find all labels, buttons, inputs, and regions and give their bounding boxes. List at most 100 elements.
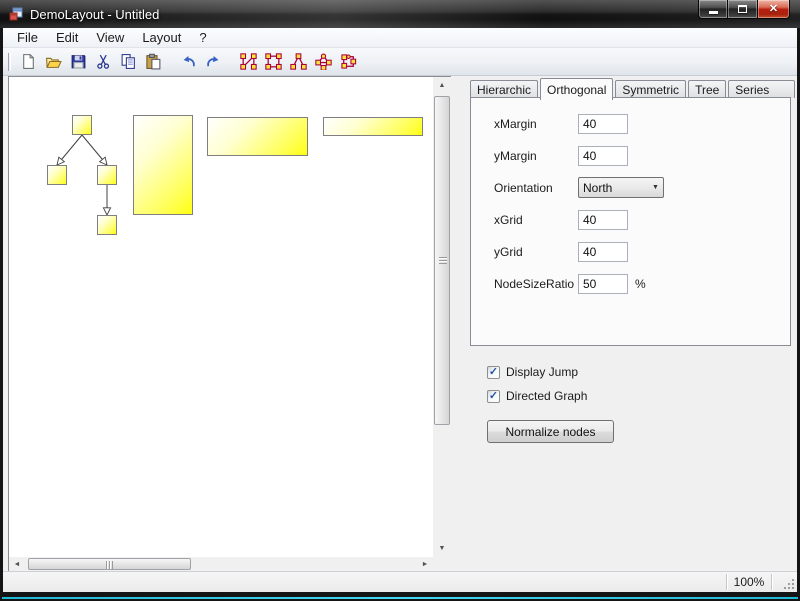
save-button[interactable] [66,50,91,73]
nodesizeratio-input[interactable] [578,274,628,294]
field-nodesizeratio: NodeSizeRatio % [494,273,646,294]
window-title: DemoLayout - Untitled [30,7,159,22]
xmargin-input[interactable] [578,114,628,134]
undo-button[interactable] [176,50,201,73]
redo-icon [205,53,222,70]
toolbar-separator [166,51,176,73]
field-ygrid: yGrid [494,241,628,262]
chevron-down-icon: ▼ [648,184,663,191]
graph-node-5[interactable] [207,117,308,156]
percent-label: % [635,277,646,291]
graph-node-3[interactable] [97,215,117,235]
ymargin-input[interactable] [578,146,628,166]
close-button[interactable]: ✕ [757,0,790,19]
canvas-draw-area[interactable] [9,77,433,557]
menu-item-view[interactable]: View [87,28,133,47]
resize-grip[interactable] [772,572,797,592]
client-area: ▲ ▼ ◄ ► HierarchicOrthogonalSymmetricTre… [3,76,797,571]
xgrid-input[interactable] [578,210,628,230]
toolbar-separator [226,51,236,73]
graph-node-6[interactable] [323,117,423,136]
statusbar: 100% [3,571,797,592]
ymargin-label: yMargin [494,149,578,163]
scroll-left-button[interactable]: ◄ [9,557,25,571]
ygrid-input[interactable] [578,242,628,262]
tabpage-orthogonal: xMargin yMargin Orientation North ▼ xGri… [470,97,791,346]
orientation-label: Orientation [494,181,578,195]
scroll-up-icon: ▲ [439,82,446,89]
window-bottom-frame [0,592,800,601]
copy-button[interactable] [116,50,141,73]
titlebar[interactable]: DemoLayout - Untitled ✕ [0,0,800,28]
checkbox-directed-graph[interactable]: ✓ Directed Graph [487,388,587,404]
statusbar-spacer [3,572,726,592]
tab-symmetric[interactable]: Symmetric [615,80,686,98]
toolbar-grip[interactable] [8,53,11,71]
redo-button[interactable] [201,50,226,73]
layout-hierarchic-button[interactable] [236,50,261,73]
menu-item-layout[interactable]: Layout [133,28,190,47]
graph-canvas[interactable]: ▲ ▼ ◄ ► [8,76,451,571]
open-folder-button[interactable] [41,50,66,73]
toolbar [3,48,797,76]
scroll-down-button[interactable]: ▼ [433,540,451,557]
undo-icon [180,53,197,70]
new-document-icon [20,53,37,70]
layout-hierarchic-icon [240,53,257,70]
checkbox-icon: ✓ [487,390,500,403]
checkbox-icon: ✓ [487,366,500,379]
graph-node-1[interactable] [47,165,67,185]
menu-item-file[interactable]: File [8,28,47,47]
cut-icon [95,53,112,70]
minimize-button[interactable] [698,0,728,19]
graph-node-0[interactable] [72,115,92,135]
scroll-right-button[interactable]: ► [417,557,433,571]
layout-orthogonal-button[interactable] [261,50,286,73]
cut-button[interactable] [91,50,116,73]
window-controls: ✕ [698,0,790,19]
open-folder-icon [45,53,62,70]
layout-tree-button[interactable] [286,50,311,73]
checkbox-label: Display Jump [506,365,578,379]
tabstrip: HierarchicOrthogonalSymmetricTreeSeries … [470,78,797,98]
scroll-right-icon: ► [422,561,429,568]
orientation-select[interactable]: North ▼ [578,177,664,198]
aero-accent-line [2,597,798,599]
normalize-nodes-button[interactable]: Normalize nodes [487,420,614,443]
scrollbar-corner [433,557,451,571]
thumb-grip-icon [106,561,113,569]
tab-orthogonal[interactable]: Orthogonal [540,78,613,100]
layout-orthogonal-icon [265,53,282,70]
layout-symmetric-icon [315,53,332,70]
layout-tree-icon [290,53,307,70]
tab-hierarchic[interactable]: Hierarchic [470,80,538,98]
scroll-left-icon: ◄ [14,561,21,568]
new-document-button[interactable] [16,50,41,73]
paste-button[interactable] [141,50,166,73]
tab-tree[interactable]: Tree [688,80,726,98]
field-xmargin: xMargin [494,113,628,134]
scroll-up-button[interactable]: ▲ [433,77,451,94]
layout-series-parallel-button[interactable] [336,50,361,73]
graph-node-2[interactable] [97,165,117,185]
checkbox-display-jump[interactable]: ✓ Display Jump [487,364,578,380]
layout-series-parallel-icon [340,53,357,70]
layout-symmetric-button[interactable] [311,50,336,73]
scroll-track[interactable] [191,557,417,571]
xgrid-label: xGrid [494,213,578,227]
field-orientation: Orientation North ▼ [494,177,664,198]
tab-series-parallel[interactable]: Series Parallel [728,80,795,98]
horizontal-scroll-thumb[interactable] [28,558,191,570]
graph-node-4[interactable] [133,115,193,215]
menu-item-help[interactable]: ? [190,28,215,47]
scroll-down-icon: ▼ [439,545,446,552]
checkbox-label: Directed Graph [506,389,587,403]
xmargin-label: xMargin [494,117,578,131]
field-ymargin: yMargin [494,145,628,166]
maximize-button[interactable] [728,0,757,19]
menu-item-edit[interactable]: Edit [47,28,87,47]
vertical-scrollbar[interactable]: ▲ ▼ [433,77,451,557]
zoom-level: 100% [727,572,771,592]
horizontal-scrollbar[interactable]: ◄ ► [9,557,433,571]
vertical-scroll-thumb[interactable] [434,96,450,425]
